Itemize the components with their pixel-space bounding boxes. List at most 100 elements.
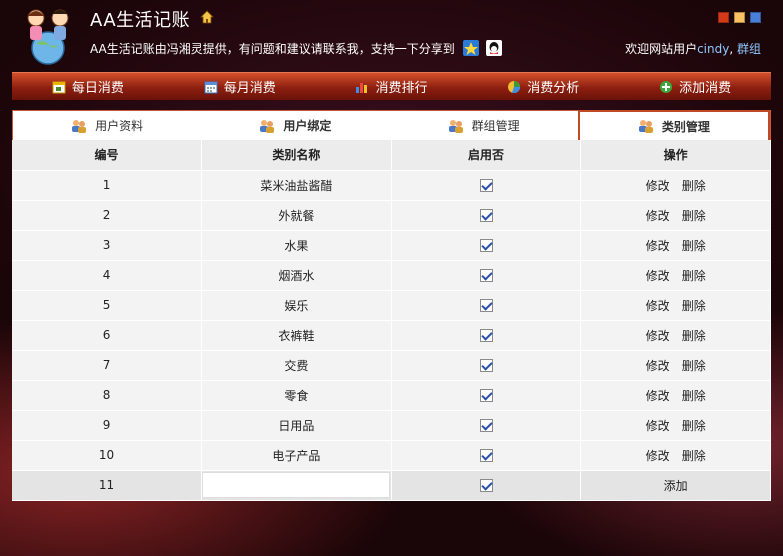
welcome-text: 欢迎网站用户 xyxy=(625,42,698,56)
new-category-row: 11 添加 xyxy=(12,470,771,501)
new-row-enabled-checkbox[interactable] xyxy=(479,479,493,492)
group-link[interactable]: 群组 xyxy=(737,42,761,56)
edit-button[interactable]: 修改 xyxy=(646,329,670,343)
delete-button[interactable]: 删除 xyxy=(682,239,706,253)
row-actions-cell: 修改 删除 xyxy=(580,440,771,471)
edit-button[interactable]: 修改 xyxy=(646,299,670,313)
edit-button[interactable]: 修改 xyxy=(646,419,670,433)
row-category-name: 日用品 xyxy=(201,410,392,441)
add-icon xyxy=(660,80,673,93)
nav-daily-expense[interactable]: 每日消费 xyxy=(12,73,164,100)
row-id: 2 xyxy=(12,200,203,231)
row-id: 5 xyxy=(12,290,203,321)
row-category-name: 水果 xyxy=(201,230,392,261)
row-actions-cell: 修改 删除 xyxy=(580,230,771,261)
row-actions-cell: 修改 删除 xyxy=(580,350,771,381)
users-icon xyxy=(72,119,87,133)
row-enabled-checkbox[interactable] xyxy=(479,179,493,192)
nav-add-expense-label: 添加消费 xyxy=(679,81,732,96)
tab-group-management[interactable]: 群组管理 xyxy=(389,111,578,140)
qq-share-icon[interactable] xyxy=(486,40,503,56)
row-enabled-checkbox[interactable] xyxy=(479,449,493,462)
username-link[interactable]: cindy xyxy=(697,42,729,56)
row-category-name: 衣裤鞋 xyxy=(201,320,392,351)
row-category-name: 交费 xyxy=(201,350,392,381)
header-actions: 操作 xyxy=(580,140,771,171)
tab-user-profile[interactable]: 用户资料 xyxy=(13,111,202,140)
qzone-share-icon[interactable] xyxy=(462,40,479,56)
delete-button[interactable]: 删除 xyxy=(682,389,706,403)
bar-chart-icon xyxy=(356,82,368,93)
nav-expense-analysis[interactable]: 消费分析 xyxy=(467,73,619,100)
row-enabled-checkbox[interactable] xyxy=(479,269,493,282)
row-enabled-checkbox[interactable] xyxy=(479,389,493,402)
edit-button[interactable]: 修改 xyxy=(646,179,670,193)
welcome-separator: , xyxy=(729,42,737,56)
calendar-month-icon xyxy=(204,81,218,93)
new-row-name-cell xyxy=(201,470,392,501)
table-row: 3 水果 修改 删除 xyxy=(12,230,771,261)
edit-button[interactable]: 修改 xyxy=(646,239,670,253)
tab-group-management-label: 群组管理 xyxy=(471,119,520,133)
new-row-id: 11 xyxy=(12,470,203,501)
row-id: 7 xyxy=(12,350,203,381)
row-id: 6 xyxy=(12,320,203,351)
row-enabled-checkbox[interactable] xyxy=(479,359,493,372)
row-id: 4 xyxy=(12,260,203,291)
edit-button[interactable]: 修改 xyxy=(646,389,670,403)
header-category-name: 类别名称 xyxy=(201,140,392,171)
home-icon[interactable] xyxy=(200,10,214,24)
delete-button[interactable]: 删除 xyxy=(682,299,706,313)
new-category-name-input[interactable] xyxy=(202,472,391,498)
row-enabled-checkbox[interactable] xyxy=(479,299,493,312)
delete-button[interactable]: 删除 xyxy=(682,209,706,223)
row-category-name: 菜米油盐酱醋 xyxy=(201,170,392,201)
nav-monthly-expense[interactable]: 每月消费 xyxy=(164,73,316,100)
row-enabled-checkbox[interactable] xyxy=(479,209,493,222)
row-enabled-cell xyxy=(391,290,582,321)
category-table: 编号 类别名称 启用否 操作 1 菜米油盐酱醋 修改 删除 2 外就餐 修改 删除 3 水果 修改删… xyxy=(12,140,771,501)
nav-add-expense[interactable]: 添加消费 xyxy=(619,73,771,100)
delete-button[interactable]: 删除 xyxy=(682,329,706,343)
delete-button[interactable]: 删除 xyxy=(682,419,706,433)
row-enabled-cell xyxy=(391,350,582,381)
delete-button[interactable]: 删除 xyxy=(682,449,706,463)
row-enabled-checkbox[interactable] xyxy=(479,419,493,432)
tab-user-binding[interactable]: 用户绑定 xyxy=(201,111,390,140)
theme-swatch-blue[interactable] xyxy=(750,12,761,23)
row-actions-cell: 修改 删除 xyxy=(580,200,771,231)
tab-user-profile-label: 用户资料 xyxy=(95,119,144,133)
table-header-row: 编号 类别名称 启用否 操作 xyxy=(12,140,771,171)
edit-button[interactable]: 修改 xyxy=(646,209,670,223)
row-category-name: 外就餐 xyxy=(201,200,392,231)
theme-swatch-yellow[interactable] xyxy=(734,12,745,23)
row-enabled-checkbox[interactable] xyxy=(479,239,493,252)
edit-button[interactable]: 修改 xyxy=(646,269,670,283)
table-row: 4 烟酒水 修改 删除 xyxy=(12,260,771,291)
edit-button[interactable]: 修改 xyxy=(646,359,670,373)
row-actions-cell: 修改 删除 xyxy=(580,290,771,321)
users-icon xyxy=(260,119,275,133)
edit-button[interactable]: 修改 xyxy=(646,449,670,463)
header-enabled: 启用否 xyxy=(391,140,582,171)
nav-expense-ranking[interactable]: 消费排行 xyxy=(316,73,468,100)
row-category-name: 零食 xyxy=(201,380,392,411)
table-row: 5 娱乐 修改 删除 xyxy=(12,290,771,321)
row-actions-cell: 修改 删除 xyxy=(580,170,771,201)
content-panel: 用户资料 用户绑定 群组管理 类别管理 编号 类别名称 启用否 操作 1 菜米油盐… xyxy=(12,110,771,501)
new-row-enabled-cell xyxy=(391,470,582,501)
theme-swatch-red[interactable] xyxy=(718,12,729,23)
welcome-message: 欢迎网站用户cindy, 群组 xyxy=(625,40,761,57)
nav-monthly-expense-label: 每月消费 xyxy=(223,81,276,96)
add-button[interactable]: 添加 xyxy=(664,479,688,493)
row-enabled-cell xyxy=(391,170,582,201)
row-actions-cell: 修改 删除 xyxy=(580,380,771,411)
delete-button[interactable]: 删除 xyxy=(682,359,706,373)
logo-icon xyxy=(27,9,69,65)
delete-button[interactable]: 删除 xyxy=(682,269,706,283)
row-enabled-checkbox[interactable] xyxy=(479,329,493,342)
main-nav: 每日消费 每月消费 消费排行 消费分析 添加消费 xyxy=(12,72,771,100)
table-row: 7 交费 修改 删除 xyxy=(12,350,771,381)
delete-button[interactable]: 删除 xyxy=(682,179,706,193)
tab-category-management[interactable]: 类别管理 xyxy=(577,110,770,140)
